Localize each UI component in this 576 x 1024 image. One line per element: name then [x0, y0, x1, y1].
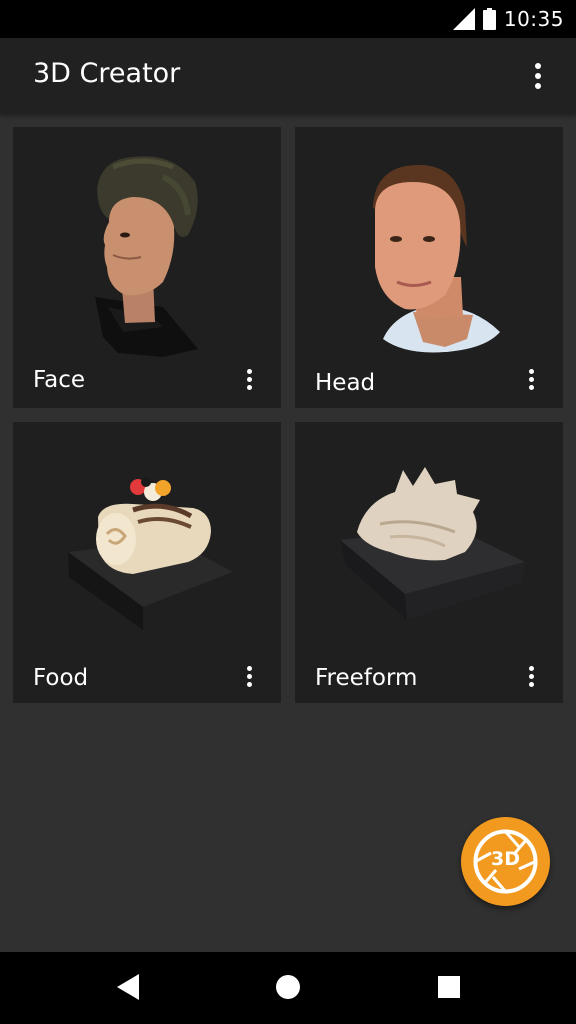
card-menu-button[interactable]: [523, 665, 539, 687]
freeform-scan-thumbnail: [340, 467, 525, 620]
status-clock: 10:35: [503, 7, 564, 31]
recents-icon[interactable]: [438, 976, 460, 998]
more-vert-icon: [535, 63, 541, 89]
card-head[interactable]: Head: [295, 127, 563, 408]
create-3d-fab[interactable]: 3D: [461, 817, 550, 906]
battery-icon: [482, 8, 496, 30]
more-vert-icon: [528, 368, 534, 390]
card-face[interactable]: Face: [13, 127, 281, 408]
more-options-button[interactable]: [522, 60, 554, 92]
status-icons: 10:35: [452, 4, 564, 34]
more-vert-icon: [246, 368, 252, 390]
card-freeform[interactable]: Freeform: [295, 422, 563, 703]
signal-icon: [452, 8, 475, 30]
status-bar: 10:35: [0, 0, 576, 38]
card-menu-button[interactable]: [241, 368, 257, 390]
app-bar: 3D Creator: [0, 38, 576, 114]
card-menu-button[interactable]: [523, 368, 539, 390]
fab-label: 3D: [491, 848, 520, 870]
card-food[interactable]: Food: [13, 422, 281, 703]
card-label: Head: [315, 370, 376, 396]
card-menu-button[interactable]: [241, 665, 257, 687]
more-vert-icon: [246, 665, 252, 687]
back-icon[interactable]: [117, 974, 139, 1000]
food-scan-thumbnail: [68, 477, 233, 630]
app-title: 3D Creator: [33, 58, 181, 89]
card-label: Food: [33, 665, 89, 691]
card-label: Freeform: [315, 665, 418, 691]
more-vert-icon: [528, 665, 534, 687]
card-label: Face: [33, 367, 86, 393]
home-icon[interactable]: [276, 975, 300, 999]
navigation-bar: [0, 952, 576, 1024]
head-scan-thumbnail: [373, 164, 500, 353]
face-scan-thumbnail: [95, 156, 198, 357]
